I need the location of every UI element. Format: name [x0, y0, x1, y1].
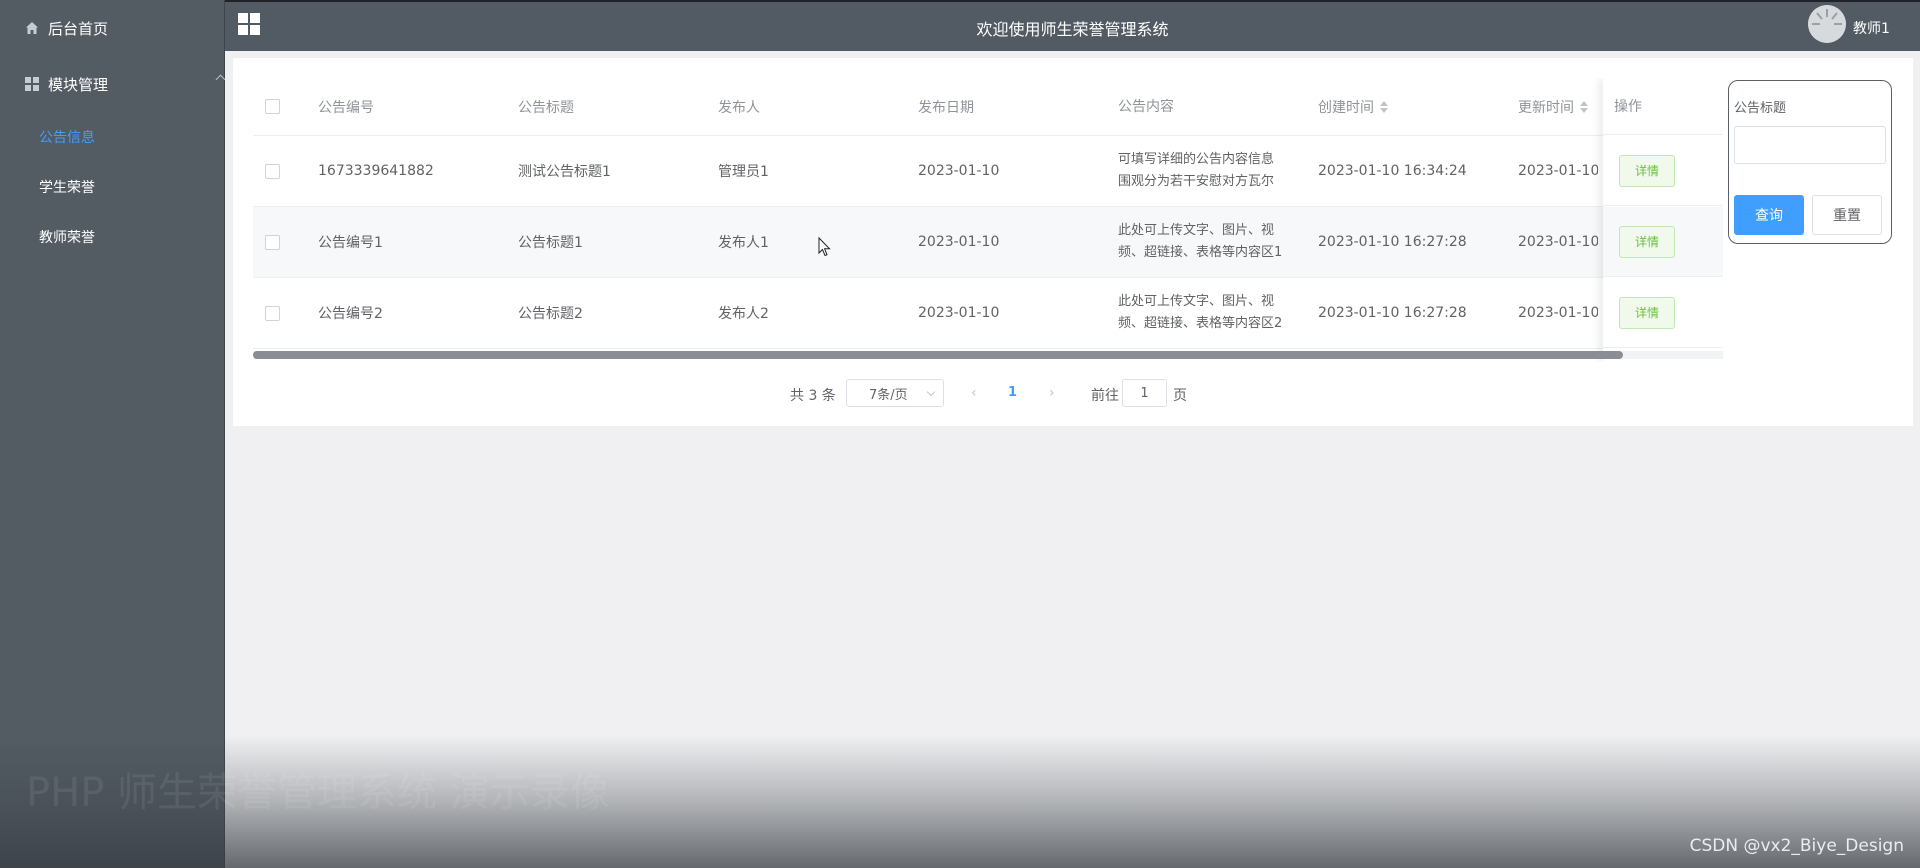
search-label: 公告标题	[1734, 101, 1787, 116]
cell-content: 此处可上传文字、图片、视 频、超链接、表格等内容区1	[1118, 207, 1308, 277]
cell-publisher: 发布人1	[718, 235, 769, 251]
cell-date: 2023-01-10	[918, 305, 1000, 321]
query-button[interactable]: 查询	[1734, 195, 1804, 235]
sidebar-item-label: 模块管理	[48, 75, 109, 94]
row-checkbox[interactable]	[265, 136, 280, 206]
table-row: 1673339641882 测试公告标题1 管理员1 2023-01-10 可填…	[253, 136, 1723, 207]
content-line: 围观分为若干安慰对方瓦尔	[1118, 174, 1275, 189]
operation-column: 操作 详情 详情 详情	[1603, 78, 1723, 362]
cell-created: 2023-01-10 16:27:28	[1318, 234, 1467, 250]
column-header: 公告编号	[318, 99, 374, 116]
column-header-label: 更新时间	[1518, 99, 1574, 116]
cell-title: 公告标题2	[518, 306, 583, 322]
cell-updated: 2023-01-10 1	[1518, 163, 1598, 179]
column-header: 操作	[1603, 78, 1723, 135]
detail-button[interactable]: 详情	[1619, 225, 1675, 258]
sort-icon[interactable]	[1380, 100, 1388, 113]
horizontal-scrollbar[interactable]	[253, 351, 1723, 359]
content-line: 频、超链接、表格等内容区1	[1118, 245, 1283, 260]
content-card: 公告编号 公告标题 发布人 发布日期 公告内容 创建时间 更新时间 167333…	[233, 58, 1913, 426]
sidebar-item-home[interactable]: 后台首页	[0, 16, 248, 40]
search-title-input[interactable]	[1734, 126, 1886, 164]
table-header: 公告编号 公告标题 发布人 发布日期 公告内容 创建时间 更新时间	[253, 78, 1723, 136]
grid-icon	[25, 77, 39, 91]
page-title: 欢迎使用师生荣誉管理系统	[976, 20, 1169, 39]
column-header: 公告内容	[1118, 98, 1174, 115]
sidebar-item-notice[interactable]: 公告信息	[0, 125, 263, 149]
cell-updated: 2023-01-10 1	[1518, 305, 1598, 321]
cell-date: 2023-01-10	[918, 163, 1000, 179]
cell-content: 可填写详细的公告内容信息 围观分为若干安慰对方瓦尔	[1118, 136, 1308, 206]
detail-button[interactable]: 详情	[1619, 154, 1675, 187]
search-panel: 公告标题 查询 重置	[1728, 80, 1892, 244]
cell-title: 公告标题1	[518, 235, 583, 251]
cell-id: 公告编号2	[318, 306, 383, 322]
row-checkbox[interactable]	[265, 278, 280, 348]
page-size-value: 7条/页	[869, 387, 908, 403]
cell-publisher: 发布人2	[718, 306, 769, 322]
column-header-label: 创建时间	[1318, 99, 1374, 116]
sidebar-item-teacher-honor[interactable]: 教师荣誉	[0, 225, 263, 249]
header: 欢迎使用师生荣誉管理系统 教师1	[225, 2, 1920, 51]
scrollbar-thumb[interactable]	[253, 351, 1623, 359]
reset-button[interactable]: 重置	[1812, 195, 1882, 235]
cell-updated: 2023-01-10 1	[1518, 234, 1598, 250]
sidebar: 后台首页 模块管理 公告信息 学生荣誉 教师荣誉	[0, 0, 226, 868]
cell-publisher: 管理员1	[718, 164, 769, 180]
sidebar-item-label: 后台首页	[48, 19, 109, 38]
operation-cell: 详情	[1603, 136, 1723, 206]
cell-id: 1673339641882	[318, 163, 434, 179]
column-header: 发布人	[718, 99, 760, 116]
avatar-icon	[1808, 5, 1846, 43]
prev-page-button[interactable]: ‹	[971, 385, 977, 401]
page-unit-label: 页	[1173, 388, 1187, 404]
content-line: 可填写详细的公告内容信息	[1118, 152, 1275, 167]
column-header-created[interactable]: 创建时间	[1318, 78, 1388, 135]
cell-content: 此处可上传文字、图片、视 频、超链接、表格等内容区2	[1118, 278, 1308, 348]
detail-button[interactable]: 详情	[1619, 296, 1675, 329]
page-number-current[interactable]: 1	[1008, 385, 1017, 400]
chevron-up-icon	[215, 74, 226, 85]
cell-id: 公告编号1	[318, 235, 383, 251]
home-icon	[26, 22, 38, 34]
avatar[interactable]	[1808, 5, 1846, 43]
pagination-total: 共 3 条	[790, 388, 836, 404]
cell-date: 2023-01-10	[918, 234, 1000, 250]
chevron-down-icon	[926, 387, 936, 397]
next-page-button[interactable]: ›	[1049, 385, 1055, 401]
content-line: 此处可上传文字、图片、视	[1118, 294, 1275, 309]
table-row: 公告编号1 公告标题1 发布人1 2023-01-10 此处可上传文字、图片、视…	[253, 207, 1723, 278]
column-header-updated[interactable]: 更新时间	[1518, 78, 1598, 135]
select-all-checkbox[interactable]	[265, 78, 280, 135]
video-watermark: PHP 师生荣誉管理系统 演示录像	[26, 770, 610, 816]
sidebar-item-student-honor[interactable]: 学生荣誉	[0, 175, 263, 199]
sidebar-item-label: 教师荣誉	[39, 230, 95, 246]
cell-title: 测试公告标题1	[518, 164, 611, 180]
notice-table: 公告编号 公告标题 发布人 发布日期 公告内容 创建时间 更新时间 167333…	[253, 78, 1723, 362]
goto-label: 前往	[1091, 388, 1119, 404]
pagination: 共 3 条 7条/页 ‹ 1 › 前往 页	[233, 379, 1703, 409]
csdn-watermark: CSDN @vx2_Biye_Design	[1689, 836, 1904, 856]
column-header: 公告标题	[518, 99, 574, 116]
row-checkbox[interactable]	[265, 207, 280, 277]
operation-cell: 详情	[1603, 207, 1723, 277]
sort-icon[interactable]	[1580, 100, 1588, 113]
sidebar-item-module[interactable]: 模块管理	[0, 72, 248, 96]
content-line: 频、超链接、表格等内容区2	[1118, 316, 1283, 331]
username[interactable]: 教师1	[1853, 18, 1890, 38]
mouse-cursor-icon	[818, 237, 831, 257]
table-row: 公告编号2 公告标题2 发布人2 2023-01-10 此处可上传文字、图片、视…	[253, 278, 1723, 349]
sidebar-item-label: 公告信息	[39, 130, 95, 146]
sidebar-item-label: 学生荣誉	[39, 180, 95, 196]
column-header: 发布日期	[918, 99, 974, 116]
operation-cell: 详情	[1603, 278, 1723, 348]
cell-created: 2023-01-10 16:34:24	[1318, 163, 1467, 179]
goto-page-input[interactable]	[1122, 379, 1167, 407]
cell-created: 2023-01-10 16:27:28	[1318, 305, 1467, 321]
page-size-select[interactable]: 7条/页	[846, 379, 944, 407]
content-line: 此处可上传文字、图片、视	[1118, 223, 1275, 238]
